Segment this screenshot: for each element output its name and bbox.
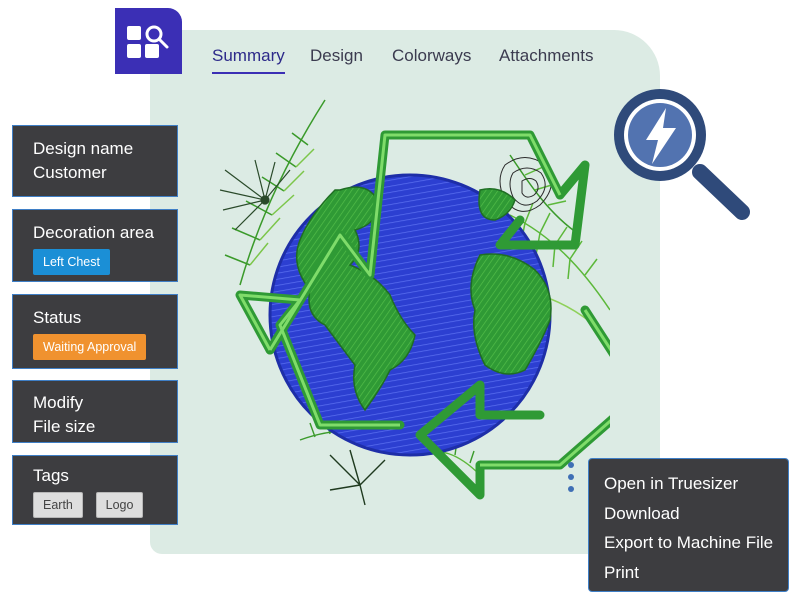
design-search-icon bbox=[127, 25, 169, 58]
menu-download[interactable]: Download bbox=[589, 499, 788, 529]
card-tags: Tags Earth Logo bbox=[12, 455, 178, 525]
kebab-menu-icon[interactable] bbox=[566, 462, 576, 494]
decoration-badge[interactable]: Left Chest bbox=[33, 249, 110, 275]
design-artwork bbox=[219, 99, 610, 506]
file-size-label: File size bbox=[33, 417, 96, 436]
tab-design[interactable]: Design bbox=[310, 46, 363, 66]
context-menu: Open in Truesizer Download Export to Mac… bbox=[588, 458, 789, 592]
design-name-label: Design name bbox=[33, 139, 134, 158]
menu-export-machine-file[interactable]: Export to Machine File bbox=[589, 528, 788, 558]
card-decoration-area: Decoration area Left Chest bbox=[12, 209, 178, 282]
menu-print[interactable]: Print bbox=[589, 558, 788, 588]
tab-colorways[interactable]: Colorways bbox=[392, 46, 471, 66]
tab-attachments[interactable]: Attachments bbox=[499, 46, 594, 66]
customer-label: Customer bbox=[33, 163, 107, 182]
status-label: Status bbox=[33, 308, 82, 327]
card-design-name: Design name Customer bbox=[12, 125, 178, 197]
lightning-magnifier-icon bbox=[614, 89, 750, 220]
menu-open-in-truesizer[interactable]: Open in Truesizer bbox=[589, 469, 788, 499]
modify-label: Modify bbox=[33, 393, 84, 412]
status-badge[interactable]: Waiting Approval bbox=[33, 334, 147, 360]
app-logo-icon[interactable] bbox=[115, 8, 182, 74]
tag-earth[interactable]: Earth bbox=[33, 492, 83, 518]
decoration-area-label: Decoration area bbox=[33, 223, 154, 242]
card-status: Status Waiting Approval bbox=[12, 294, 178, 369]
tags-label: Tags bbox=[33, 466, 69, 485]
tab-summary[interactable]: Summary bbox=[212, 46, 285, 74]
tag-logo[interactable]: Logo bbox=[95, 492, 144, 518]
card-modify: Modify File size bbox=[12, 380, 178, 443]
